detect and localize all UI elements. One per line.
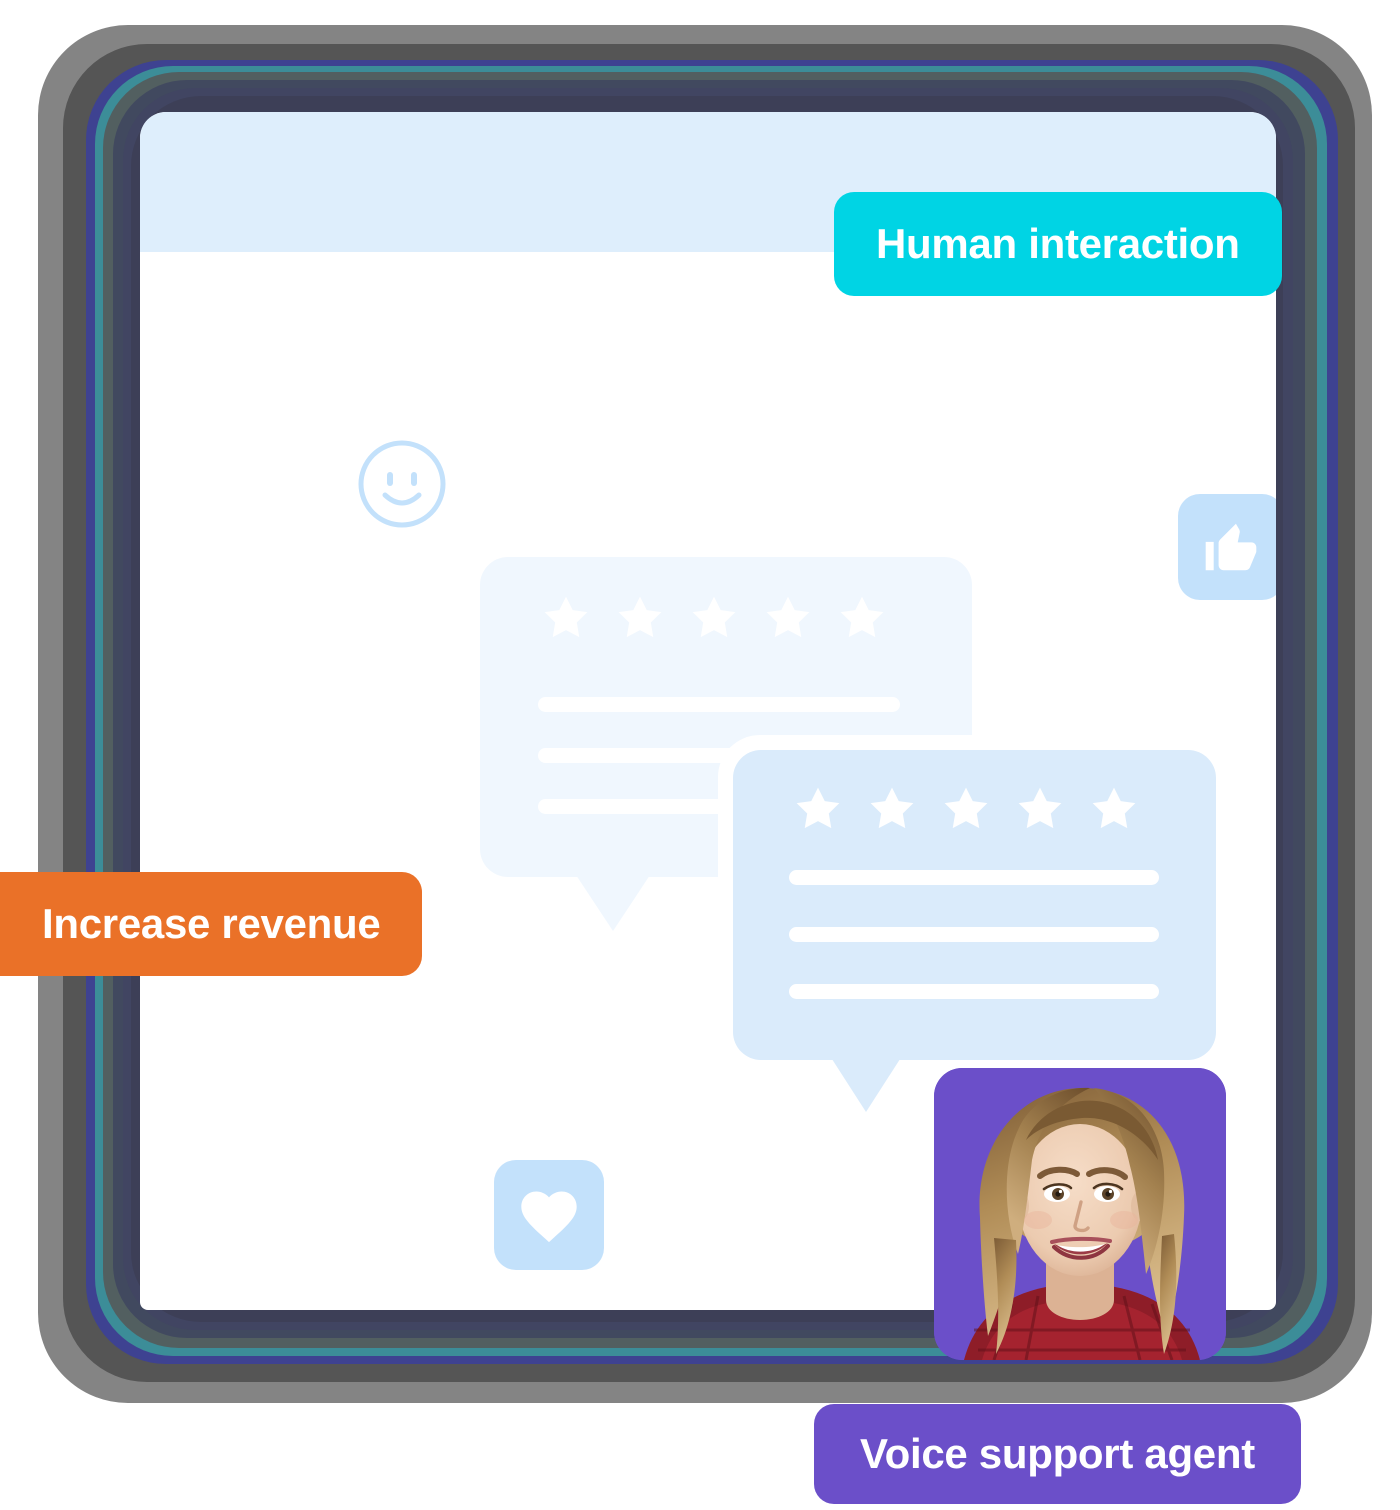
star-icon <box>1018 787 1062 829</box>
text-line <box>789 870 1159 885</box>
star-icon <box>618 596 662 638</box>
bubble-tail <box>576 875 650 931</box>
text-line <box>789 927 1159 942</box>
star-rating-back <box>538 591 890 645</box>
star-rating-front <box>790 782 1142 836</box>
illustration-stage: Human interaction Increase revenue Voice… <box>0 0 1400 1510</box>
badge-human-interaction-label: Human interaction <box>876 220 1240 267</box>
window-dot-yellow[interactable] <box>424 264 481 321</box>
text-line <box>538 697 900 712</box>
text-line <box>789 984 1159 999</box>
star-icon <box>692 596 736 638</box>
support-agent-avatar <box>934 1068 1226 1360</box>
badge-increase-revenue-label: Increase revenue <box>42 900 381 947</box>
badge-increase-revenue[interactable]: Increase revenue <box>0 872 423 976</box>
star-icon <box>544 596 588 638</box>
heart-icon[interactable] <box>494 1160 604 1270</box>
star-icon <box>766 596 810 638</box>
star-icon <box>840 596 884 638</box>
window-dot-red[interactable] <box>336 264 393 321</box>
star-icon <box>870 787 914 829</box>
star-icon <box>1092 787 1136 829</box>
avatar-photo <box>934 1068 1226 1360</box>
thumbs-up-icon[interactable] <box>1178 494 1276 600</box>
badge-voice-support-agent-label: Voice support agent <box>860 1430 1255 1477</box>
badge-human-interaction[interactable]: Human interaction <box>834 192 1282 296</box>
badge-voice-support-agent[interactable]: Voice support agent <box>814 1404 1301 1504</box>
review-bubble-front <box>733 750 1216 1112</box>
smiley-face-icon <box>356 438 448 530</box>
review-text-lines-front <box>789 870 1159 999</box>
star-icon <box>944 787 988 829</box>
window-dot-green[interactable] <box>510 264 567 321</box>
star-icon <box>796 787 840 829</box>
bubble-tail <box>830 1056 902 1112</box>
